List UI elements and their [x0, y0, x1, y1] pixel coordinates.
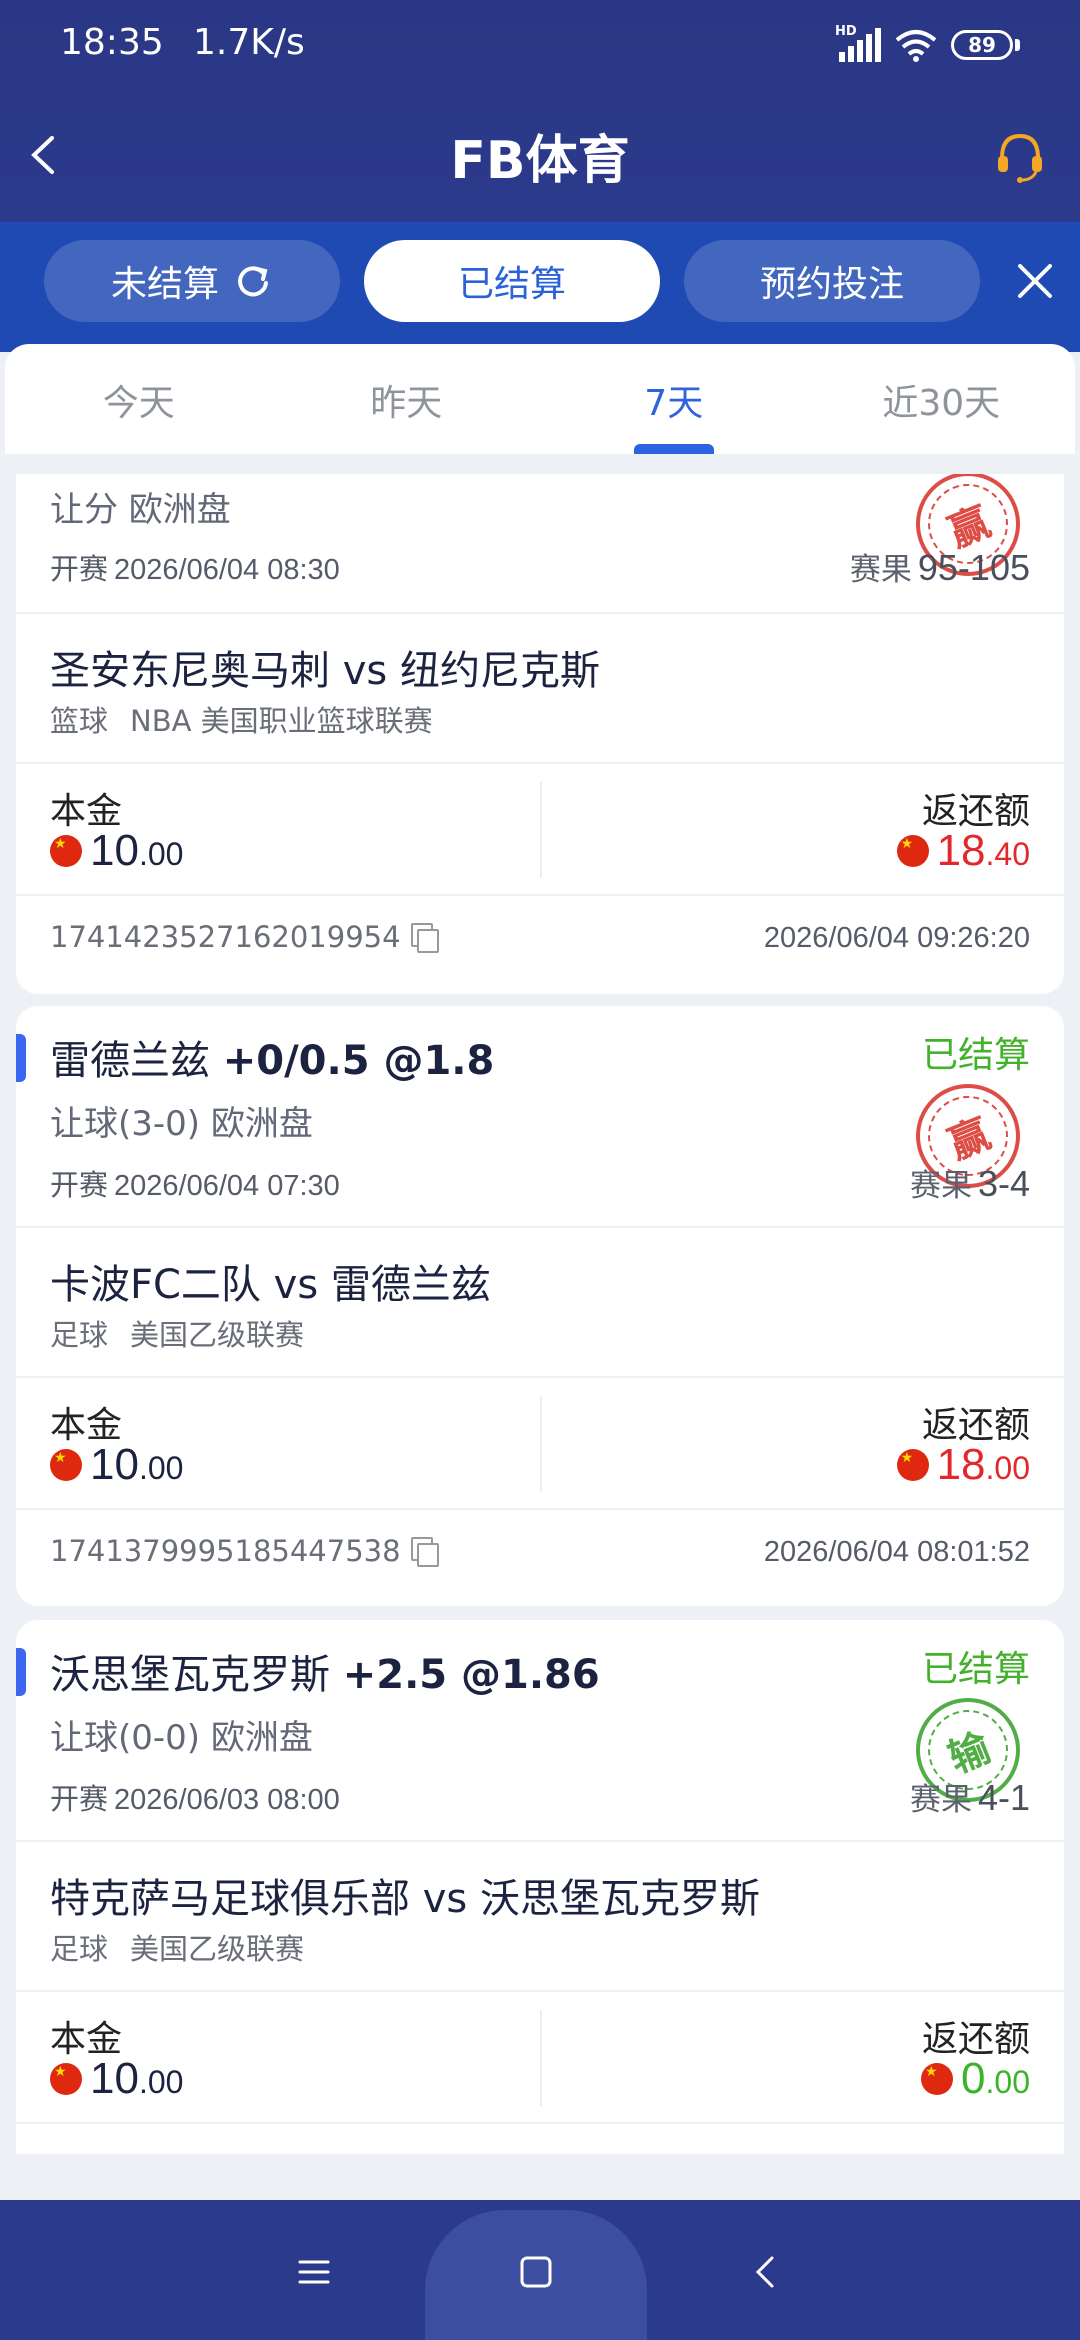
divider	[16, 612, 1064, 614]
battery-level: 89	[951, 30, 1013, 60]
home-square-icon[interactable]	[508, 2244, 564, 2300]
tab-unsettled-label: 未结算	[110, 264, 219, 305]
tab-yesterday[interactable]: 昨天	[273, 344, 541, 454]
return-amount: 18.00	[896, 1440, 1030, 1490]
tab-today-label: 今天	[102, 383, 175, 424]
return-amount: 18.40	[896, 826, 1030, 876]
match-name: 卡波FC二队 vs 雷德兰兹	[50, 1262, 491, 1308]
nav-back-icon[interactable]	[738, 2244, 794, 2300]
tab-today[interactable]: 今天	[5, 344, 273, 454]
tab-yesterday-label: 昨天	[370, 383, 443, 424]
kickoff-time: 开赛 2026/06/04 07:30	[50, 1168, 340, 1202]
tab-30-days-label: 近30天	[882, 383, 1001, 424]
tab-reserved-bets-label: 预约投注	[759, 264, 904, 305]
tab-settled[interactable]: 已结算	[364, 240, 660, 322]
stake-amount: 10.00	[50, 826, 183, 876]
status-icons: HD 89	[835, 24, 1020, 62]
tab-30-days[interactable]: 近30天	[808, 344, 1076, 454]
bet-time: 2026/06/04 09:26:20	[763, 922, 1030, 954]
bet-time: 2026/06/04 08:01:52	[763, 1536, 1030, 1568]
vertical-divider	[540, 1396, 542, 1492]
stake-amount: 10.00	[50, 1440, 183, 1490]
refresh-icon[interactable]	[233, 261, 273, 301]
cny-flag-icon	[896, 835, 929, 867]
bet-card[interactable]: 雷德兰兹 +0/0.5 @1.8 已结算 让球(3-0) 欧洲盘 开赛 2026/…	[16, 1006, 1064, 1606]
divider	[16, 1376, 1064, 1378]
app-header: 18:35 1.7K/s HD 89 FB体育	[0, 0, 1080, 230]
bet-market: 让分 欧洲盘	[50, 490, 231, 530]
match-name: 特克萨马足球俱乐部 vs 沃思堡瓦克罗斯	[50, 1876, 760, 1922]
stake-amount: 10.00	[50, 2054, 183, 2104]
date-range-tabs: 今天 昨天 7天 近30天	[5, 344, 1075, 454]
customer-service-icon[interactable]	[992, 128, 1048, 184]
league-info: 足球 美国乙级联赛	[50, 1318, 305, 1352]
cny-flag-icon	[50, 2063, 82, 2095]
divider	[16, 762, 1064, 764]
order-id: 1741423527162019954	[50, 920, 439, 954]
bet-selection: 沃思堡瓦克罗斯 +2.5 @1.86	[50, 1652, 600, 1698]
copy-icon[interactable]	[410, 923, 439, 953]
cny-flag-icon	[50, 1449, 82, 1481]
bet-card[interactable]: 让分 欧洲盘 开赛 2026/06/04 08:30 赢 赛果 95-105 圣安东…	[16, 474, 1064, 994]
match-result: 赛果 3-4	[909, 1163, 1030, 1204]
status-time: 18:35	[60, 22, 164, 63]
status-bar: 18:35 1.7K/s HD 89	[0, 0, 1080, 96]
kickoff-time: 开赛 2026/06/04 08:30	[50, 552, 340, 586]
tab-7-days[interactable]: 7天	[540, 344, 808, 454]
menu-icon[interactable]	[286, 2244, 342, 2300]
bet-status: 已结算	[921, 1035, 1030, 1076]
bet-market: 让球(0-0) 欧洲盘	[50, 1718, 313, 1758]
cny-flag-icon	[921, 2063, 954, 2095]
match-result: 赛果 4-1	[909, 1777, 1030, 1818]
copy-icon[interactable]	[410, 1537, 439, 1567]
page-title: FB体育	[450, 131, 630, 191]
tab-unsettled[interactable]: 未结算	[44, 240, 340, 322]
order-id: 1741379995185447538	[50, 1534, 439, 1568]
tab-reserved-bets[interactable]: 预约投注	[684, 240, 980, 322]
status-network-speed: 1.7K/s	[193, 22, 305, 63]
card-accent-bar	[16, 1034, 26, 1082]
league-info: 足球 美国乙级联赛	[50, 1932, 305, 1966]
kickoff-time: 开赛 2026/06/03 08:00	[50, 1782, 340, 1816]
vertical-divider	[540, 782, 542, 878]
bet-status: 已结算	[921, 1649, 1030, 1690]
return-amount: 0.00	[921, 2054, 1030, 2104]
active-tab-indicator	[633, 444, 714, 454]
wifi-icon	[895, 30, 937, 62]
tab-7-days-label: 7天	[644, 383, 704, 424]
system-nav-bar	[0, 2200, 1080, 2340]
close-icon[interactable]	[1010, 256, 1060, 306]
signal-icon: HD	[835, 24, 881, 62]
divider	[16, 1226, 1064, 1228]
bet-status-tabs: 未结算 已结算 预约投注	[0, 222, 1080, 352]
vertical-divider	[540, 2010, 542, 2106]
card-accent-bar	[16, 1648, 26, 1696]
match-name: 圣安东尼奥马刺 vs 纽约尼克斯	[50, 648, 600, 694]
divider	[16, 1508, 1064, 1510]
divider	[16, 1840, 1064, 1842]
bet-market: 让球(3-0) 欧洲盘	[50, 1104, 313, 1144]
battery-icon: 89	[951, 30, 1020, 60]
divider	[16, 894, 1064, 896]
divider	[16, 1990, 1064, 1992]
bet-selection: 雷德兰兹 +0/0.5 @1.8	[50, 1038, 495, 1084]
bet-card[interactable]: 沃思堡瓦克罗斯 +2.5 @1.86 已结算 让球(0-0) 欧洲盘 开赛 202…	[16, 1620, 1064, 2154]
league-info: 篮球 NBA 美国职业篮球联赛	[50, 704, 433, 738]
match-result: 赛果 95-105	[849, 547, 1030, 588]
cny-flag-icon	[896, 1449, 929, 1481]
tab-settled-label: 已结算	[457, 264, 566, 305]
divider	[16, 2122, 1064, 2124]
cny-flag-icon	[50, 835, 82, 867]
